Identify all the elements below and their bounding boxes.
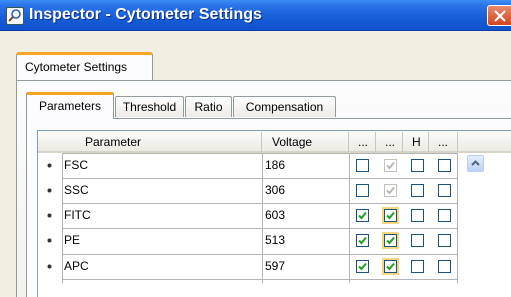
tab-compensation[interactable]: Compensation (233, 96, 336, 117)
parameter-cell[interactable]: SSC (64, 183, 89, 197)
grid-line (62, 203, 457, 204)
tab-parameters[interactable]: Parameters (26, 92, 114, 119)
checkmark-icon (386, 161, 395, 170)
grid-line (62, 279, 457, 280)
row-indicator-icon[interactable] (47, 188, 52, 193)
column-header-h[interactable]: H (403, 132, 429, 153)
window-titlebar[interactable]: Inspector - Cytometer Settings (0, 0, 511, 31)
tab-cytometer-settings[interactable]: Cytometer Settings (16, 52, 153, 80)
checkmark-icon (386, 211, 395, 220)
parameter-cell[interactable]: PE (64, 233, 80, 247)
checkbox-c4[interactable] (384, 159, 397, 172)
checkmark-icon (358, 262, 367, 271)
checkbox-c5[interactable] (411, 209, 424, 222)
row-indicator-icon[interactable] (47, 264, 52, 269)
checkbox-c5[interactable] (411, 159, 424, 172)
chevron-up-icon (471, 160, 480, 166)
checkbox-c3[interactable] (356, 184, 369, 197)
tab-threshold[interactable]: Threshold (115, 96, 184, 117)
row-indicator-icon[interactable] (47, 163, 52, 168)
grid-line (62, 254, 457, 255)
tab-ratio[interactable]: Ratio (185, 96, 232, 117)
checkbox-c5[interactable] (411, 184, 424, 197)
parameter-cell[interactable]: FITC (64, 208, 91, 222)
checkbox-c6[interactable] (438, 159, 451, 172)
grid-line (62, 228, 457, 229)
checkbox-c6[interactable] (438, 184, 451, 197)
checkbox-c4[interactable] (382, 207, 399, 224)
row-indicator-icon[interactable] (47, 238, 52, 243)
tab-label: Ratio (194, 100, 223, 114)
checkbox-c4[interactable] (384, 184, 397, 197)
column-header-6[interactable]: ... (429, 132, 458, 153)
grid-line (62, 178, 457, 179)
checkmark-icon (386, 186, 395, 195)
checkbox-c3[interactable] (356, 260, 369, 273)
tab-label: Parameters (38, 99, 102, 113)
checkmark-icon (386, 262, 395, 271)
checkbox-c3[interactable] (356, 209, 369, 222)
column-header-4[interactable]: ... (376, 132, 403, 153)
checkbox-c6[interactable] (438, 234, 451, 247)
tab-label: Cytometer Settings (25, 60, 128, 74)
grid-line (62, 153, 457, 154)
tab-label: Threshold (122, 100, 177, 114)
voltage-cell[interactable]: 603 (265, 208, 285, 222)
close-button[interactable] (487, 5, 511, 26)
inspector-icon (6, 7, 24, 25)
checkbox-c5[interactable] (411, 260, 424, 273)
grid-line (457, 153, 458, 283)
voltage-cell[interactable]: 186 (265, 158, 285, 172)
column-header-parameter[interactable]: Parameter (38, 132, 262, 153)
grid-line (262, 153, 263, 283)
checkbox-c6[interactable] (438, 209, 451, 222)
checkbox-c4[interactable] (382, 232, 399, 249)
window-title: Inspector - Cytometer Settings (29, 6, 262, 23)
scroll-up-button[interactable] (467, 155, 484, 172)
checkbox-c4[interactable] (382, 258, 399, 275)
voltage-cell[interactable]: 513 (265, 233, 285, 247)
column-header-filler (458, 132, 511, 153)
checkbox-c6[interactable] (438, 260, 451, 273)
grid-line (349, 153, 350, 283)
column-header-3[interactable]: ... (349, 132, 376, 153)
checkbox-c5[interactable] (411, 234, 424, 247)
close-icon (494, 10, 506, 22)
parameter-cell[interactable]: APC (64, 259, 89, 273)
checkbox-c3[interactable] (356, 234, 369, 247)
checkbox-c3[interactable] (356, 159, 369, 172)
checkmark-icon (358, 211, 367, 220)
parameter-cell[interactable]: FSC (64, 158, 88, 172)
voltage-cell[interactable]: 597 (265, 259, 285, 273)
grid-line (62, 153, 63, 283)
tab-label: Compensation (245, 100, 324, 114)
checkmark-icon (358, 236, 367, 245)
column-header-voltage[interactable]: Voltage (262, 132, 349, 153)
checkmark-icon (386, 236, 395, 245)
row-indicator-icon[interactable] (47, 213, 52, 218)
voltage-cell[interactable]: 306 (265, 183, 285, 197)
